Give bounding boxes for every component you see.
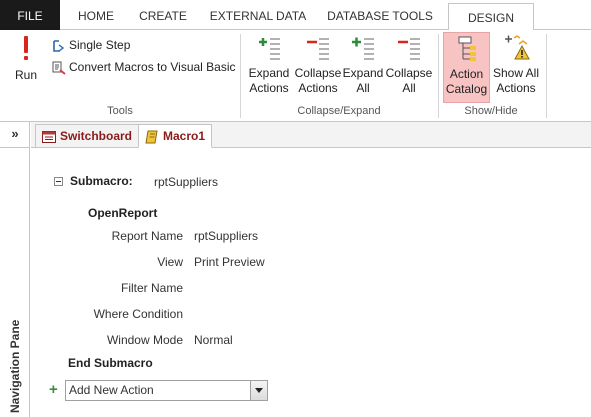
plus-icon: + (49, 381, 58, 398)
dropdown-arrow-icon[interactable] (250, 381, 267, 400)
show-hide-group-label: Show/Hide (464, 105, 518, 117)
document-tab-bar: Switchboard Macro1 (31, 122, 591, 148)
tab-create[interactable]: CREATE (130, 0, 196, 30)
expand-all-label-2: All (356, 81, 370, 95)
collapse-actions-icon (307, 38, 329, 60)
expand-all-icon (352, 37, 374, 60)
show-all-actions-button[interactable]: Show All Actions (492, 34, 540, 96)
argument-name: Report Name (111, 229, 183, 243)
tab-macro1-label: Macro1 (163, 129, 206, 143)
action-catalog-button[interactable]: Action Catalog (443, 32, 490, 103)
argument-name: Where Condition (93, 307, 183, 321)
nav-toggle-button[interactable]: » (0, 122, 30, 148)
form-icon (42, 130, 56, 143)
exclamation-icon (24, 36, 28, 60)
tab-file[interactable]: FILE (0, 0, 60, 30)
tab-switchboard[interactable]: Switchboard (35, 124, 140, 148)
submacro-keyword: Submacro: (70, 174, 133, 188)
expand-actions-button[interactable]: Expand Actions (246, 34, 292, 96)
single-step-label: Single Step (69, 38, 131, 52)
action-catalog-label-2: Catalog (445, 82, 488, 96)
tab-database-tools[interactable]: DATABASE TOOLS (320, 0, 440, 30)
collapse-all-button[interactable]: Collapse All (384, 34, 434, 96)
end-submacro-label: End Submacro (68, 356, 153, 370)
show-all-actions-label-2: Actions (496, 81, 536, 95)
add-new-action-value: Add New Action (69, 383, 154, 397)
collapse-actions-label-1: Collapse (294, 66, 342, 80)
argument-value-report-name[interactable]: rptSuppliers (194, 229, 258, 243)
tab-home[interactable]: HOME (66, 0, 126, 30)
run-button[interactable]: Run (8, 34, 44, 83)
argument-value-view[interactable]: Print Preview (194, 255, 265, 269)
nav-pane-label[interactable]: Navigation Pane (8, 320, 22, 413)
convert-macros-icon (52, 61, 66, 75)
convert-macros-button[interactable]: Convert Macros to Visual Basic (52, 58, 236, 76)
argument-value-window-mode[interactable]: Normal (194, 333, 233, 347)
expand-all-button[interactable]: Expand All (342, 34, 384, 96)
tab-switchboard-label: Switchboard (60, 129, 133, 143)
navigation-pane: » Navigation Pane (0, 122, 30, 417)
action-catalog-icon (458, 36, 476, 61)
single-step-icon (53, 40, 65, 52)
action-catalog-label-1: Action (449, 67, 484, 81)
expand-actions-label-2: Actions (249, 81, 289, 95)
collapse-all-label-2: All (402, 81, 416, 95)
collapse-submacro-toggle[interactable] (54, 177, 63, 186)
argument-name: View (157, 255, 183, 269)
action-name[interactable]: OpenReport (88, 206, 157, 220)
collapse-actions-button[interactable]: Collapse Actions (294, 34, 342, 96)
show-all-actions-icon (505, 35, 530, 60)
ribbon: Run Single Step Convert Macros to Visual… (0, 30, 591, 122)
tab-external-data[interactable]: EXTERNAL DATA (202, 0, 314, 30)
tab-design[interactable]: DESIGN (448, 3, 534, 31)
run-label: Run (14, 68, 37, 82)
tools-group-label: Tools (107, 105, 133, 117)
submacro-name[interactable]: rptSuppliers (154, 175, 218, 189)
macro-icon (145, 130, 158, 144)
collapse-actions-label-2: Actions (298, 81, 338, 95)
single-step-button[interactable]: Single Step (52, 36, 130, 54)
ribbon-tab-bar: FILE HOME CREATE EXTERNAL DATA DATABASE … (0, 0, 591, 31)
group-divider (546, 34, 547, 118)
expand-actions-label-1: Expand (248, 66, 290, 80)
expand-actions-icon (259, 38, 280, 60)
collapse-all-label-1: Collapse (385, 66, 433, 80)
expand-all-label-1: Expand (342, 66, 384, 80)
collapse-all-icon (398, 38, 420, 60)
tab-macro1[interactable]: Macro1 (138, 124, 213, 148)
convert-macros-label: Convert Macros to Visual Basic (69, 60, 236, 74)
show-all-actions-label-1: Show All (492, 66, 540, 80)
argument-name: Window Mode (106, 333, 183, 347)
collapse-expand-group-label: Collapse/Expand (297, 105, 381, 117)
argument-name: Filter Name (120, 281, 183, 295)
macro-design-canvas: Submacro: rptSuppliers OpenReport Report… (31, 149, 591, 417)
add-new-action-combobox[interactable]: Add New Action (65, 380, 268, 401)
